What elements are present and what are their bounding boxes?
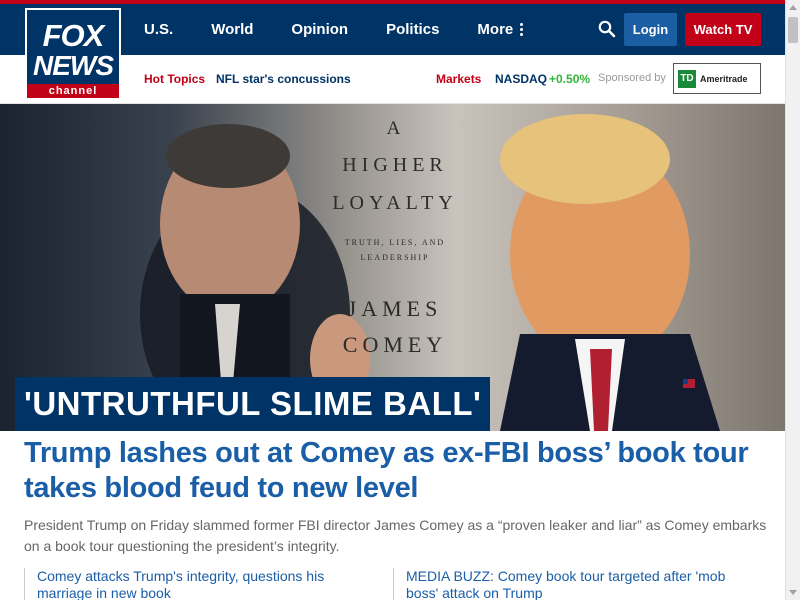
main-nav: U.S. World Opinion Politics More [144, 4, 561, 55]
scrollbar[interactable] [785, 0, 800, 600]
nav-item-more[interactable]: More [477, 21, 524, 38]
nav-more-label: More [477, 21, 514, 38]
sponsor-name: Ameritrade [700, 73, 748, 84]
scrollbar-thumb[interactable] [788, 17, 798, 43]
nav-item-us[interactable]: U.S. [144, 21, 173, 38]
book-subtitle-2: LEADERSHIP [360, 253, 430, 262]
book-author-last: COMEY [342, 332, 448, 357]
hot-topic-link[interactable]: NFL star's concussions [216, 72, 351, 86]
nasdaq-label[interactable]: NASDAQ [495, 72, 547, 86]
more-dots-icon [520, 23, 524, 36]
login-button[interactable]: Login [624, 13, 677, 46]
article-dek: President Trump on Friday slammed former… [24, 517, 767, 554]
related-link[interactable]: Comey attacks Trump's integrity, questio… [24, 568, 354, 600]
markets-link[interactable]: Markets [436, 72, 481, 86]
nav-item-politics[interactable]: Politics [386, 21, 439, 38]
search-icon[interactable] [598, 20, 616, 38]
article-headline[interactable]: Trump lashes out at Comey as ex-FBI boss… [24, 436, 764, 506]
book-title-a: A [386, 118, 404, 139]
watch-tv-button[interactable]: Watch TV [685, 13, 761, 46]
hero-image[interactable]: A HIGHER LOYALTY TRUTH, LIES, AND LEADER… [0, 104, 785, 431]
logo-text-news: NEWS [33, 50, 114, 81]
hot-topics-label: Hot Topics [144, 72, 206, 86]
hero-kicker[interactable]: 'UNTRUTHFUL SLIME BALL' [15, 377, 491, 431]
book-subtitle-1: TRUTH, LIES, AND [344, 238, 446, 247]
scroll-down-icon[interactable] [789, 590, 797, 595]
nav-item-opinion[interactable]: Opinion [291, 21, 348, 38]
book-title-loyalty: LOYALTY [332, 192, 458, 214]
scroll-up-icon[interactable] [789, 5, 797, 10]
logo-text-fox: FOX [42, 18, 105, 53]
sponsored-by-label: Sponsored by [598, 72, 666, 84]
nasdaq-change: +0.50% [549, 72, 591, 86]
nav-item-world[interactable]: World [211, 21, 253, 38]
logo-text-channel: channel [27, 84, 119, 98]
book-author-first: JAMES [347, 296, 443, 321]
td-badge: TD [678, 69, 696, 88]
book-title-higher: HIGHER [342, 154, 448, 176]
sponsor-logo[interactable]: TD Ameritrade [673, 63, 761, 94]
fox-news-logo[interactable]: FOX NEWS channel [25, 8, 121, 100]
related-link[interactable]: MEDIA BUZZ: Comey book tour targeted aft… [393, 568, 753, 600]
